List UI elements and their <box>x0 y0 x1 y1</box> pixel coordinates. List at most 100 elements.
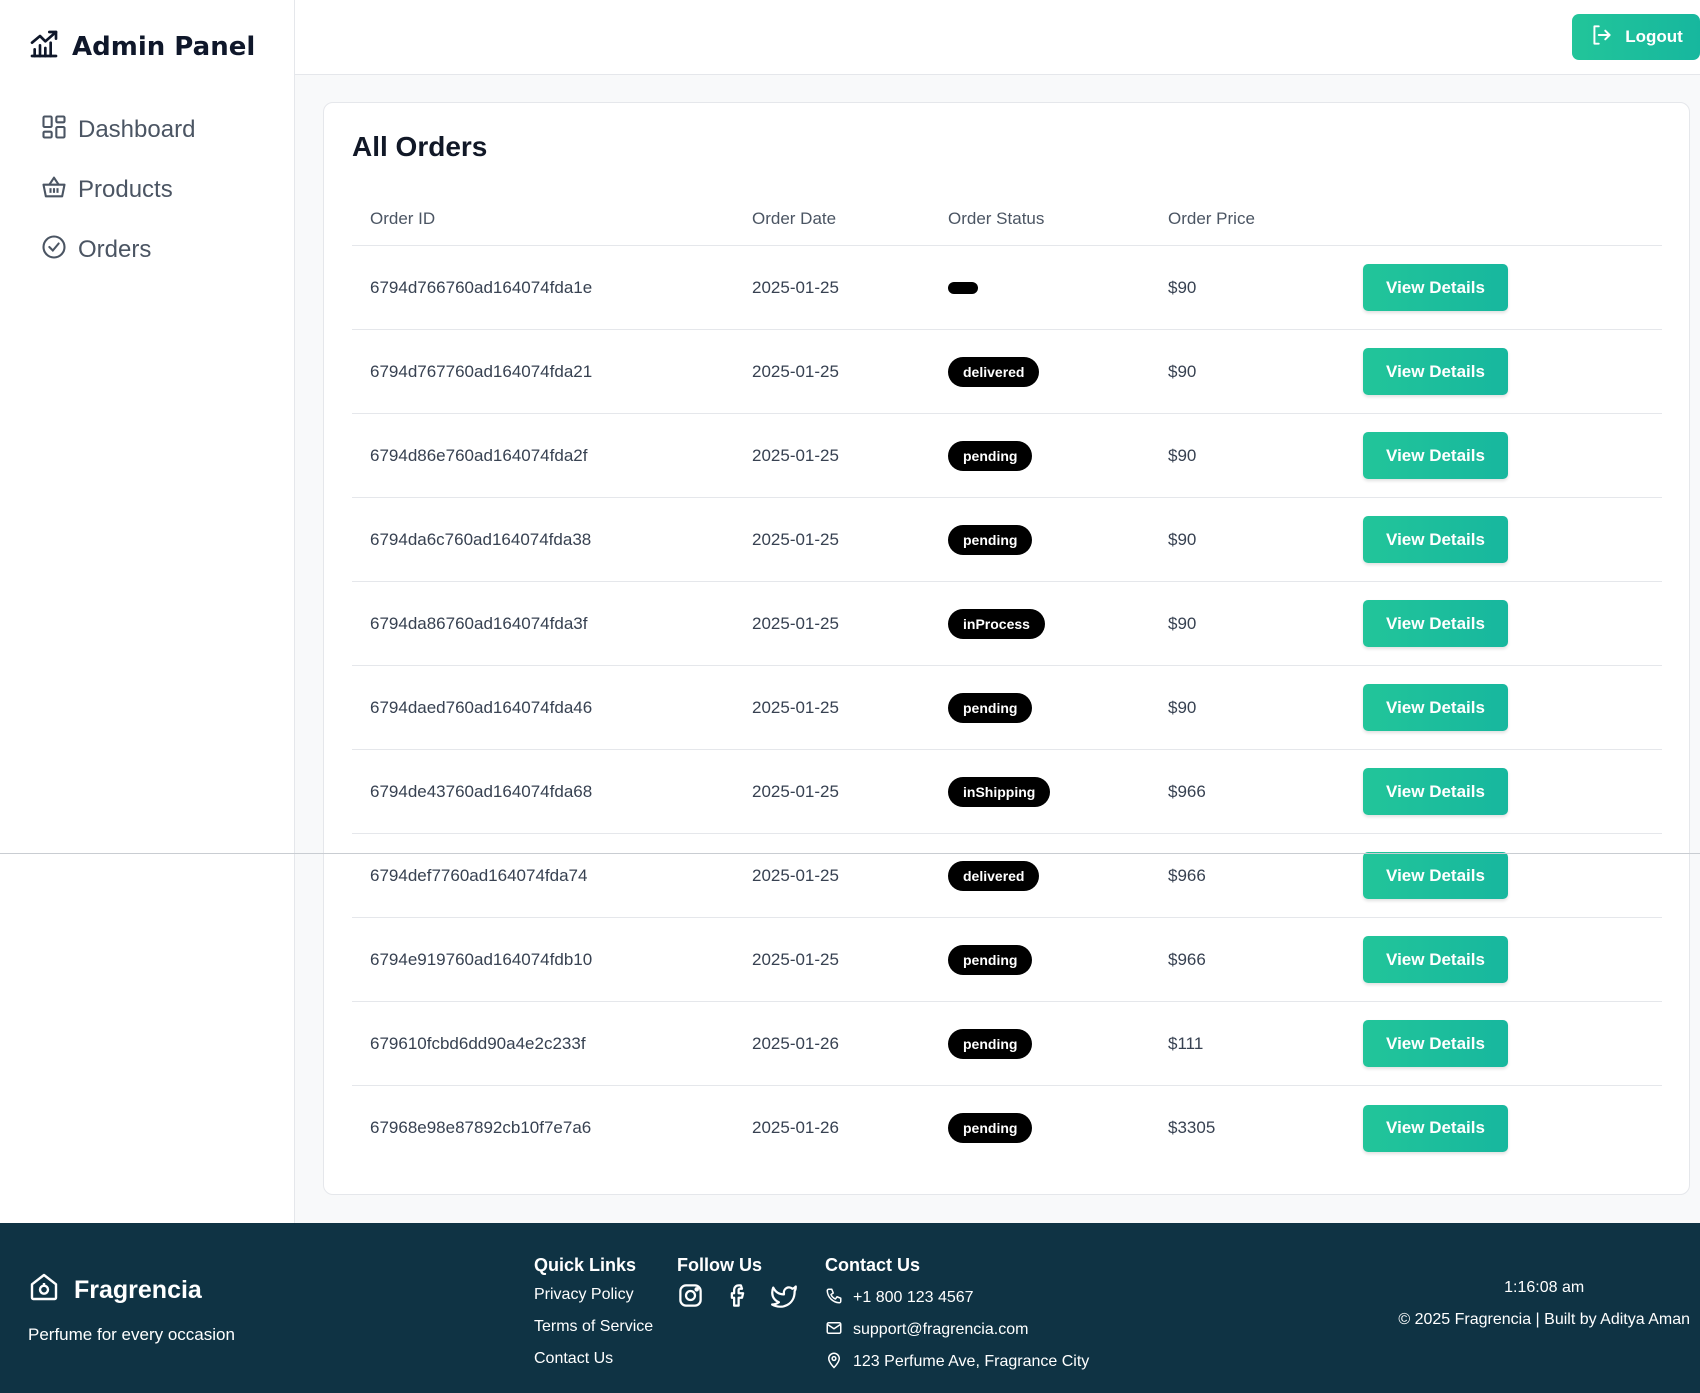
sidebar-item-label: Dashboard <box>78 116 196 143</box>
phone-icon <box>825 1287 843 1310</box>
order-actions: View Details <box>1363 432 1563 479</box>
check-circle-icon <box>40 233 68 268</box>
column-header-order-id: Order ID <box>370 209 436 228</box>
order-status-cell: pending <box>948 1028 1168 1059</box>
table-row: 6794de43760ad164074fda68 2025-01-25 inShip… <box>352 750 1662 834</box>
order-status-cell: inProcess <box>948 608 1168 639</box>
view-details-button[interactable]: View Details <box>1363 852 1508 899</box>
footer-tagline: Perfume for every occasion <box>28 1325 235 1344</box>
order-price: $90 <box>1168 361 1197 381</box>
chart-icon <box>28 28 60 65</box>
order-id: 6794d767760ad164074fda21 <box>370 361 593 381</box>
order-actions: View Details <box>1363 348 1563 395</box>
order-date: 2025-01-25 <box>752 949 839 969</box>
logout-label: Logout <box>1625 27 1683 46</box>
table-row: 6794daed760ad164074fda46 2025-01-25 pendin… <box>352 666 1662 750</box>
view-details-button[interactable]: View Details <box>1363 432 1508 479</box>
orders-card: All Orders Order ID Order Date Order Sta… <box>323 102 1690 1195</box>
footer: Fragrencia Perfume for every occasion Qu… <box>0 1223 1700 1393</box>
quick-links-title: Quick Links <box>534 1255 637 1275</box>
order-date: 2025-01-25 <box>752 529 839 549</box>
order-id: 6794def7760ad164074fda74 <box>370 865 588 885</box>
status-badge: pending <box>948 1028 1033 1059</box>
sidebar-item-dashboard[interactable]: Dashboard <box>40 110 195 150</box>
order-actions: View Details <box>1363 936 1563 983</box>
order-date: 2025-01-25 <box>752 865 839 885</box>
sidebar-item-products[interactable]: Products <box>40 170 195 210</box>
table-header: Order ID Order Date Order Status Order P… <box>352 193 1662 246</box>
table-row: 679610fcbd6dd90a4e2c233f 2025-01-26 pendin… <box>352 1002 1662 1086</box>
twitter-icon[interactable] <box>771 1282 798 1314</box>
contact-phone[interactable]: +1 800 123 4567 <box>825 1282 1089 1314</box>
brand[interactable]: Admin Panel <box>28 28 255 65</box>
order-status-cell: inShipping <box>948 776 1168 807</box>
status-badge: delivered <box>948 356 1040 387</box>
map-pin-icon <box>825 1351 843 1374</box>
order-price: $966 <box>1168 865 1206 885</box>
order-date: 2025-01-25 <box>752 613 839 633</box>
status-badge: pending <box>948 1113 1033 1143</box>
order-price: $90 <box>1168 277 1197 297</box>
status-badge: inProcess <box>948 608 1045 639</box>
order-date: 2025-01-25 <box>752 445 839 465</box>
order-actions: View Details <box>1363 768 1563 815</box>
order-id: 6794da6c760ad164074fda38 <box>370 529 592 549</box>
follow-us: Follow Us <box>677 1255 798 1314</box>
copyright: © 2025 Fragrencia | Built by Aditya Aman <box>1398 1311 1690 1328</box>
view-details-button[interactable]: View Details <box>1363 1020 1508 1067</box>
order-id: 6794e919760ad164074fdb10 <box>370 949 593 969</box>
contact-us-title: Contact Us <box>825 1255 921 1275</box>
order-price: $90 <box>1168 529 1197 549</box>
instagram-icon[interactable] <box>677 1282 704 1314</box>
view-details-button[interactable]: View Details <box>1363 768 1508 815</box>
order-id: 6794da86760ad164074fda3f <box>370 613 588 633</box>
view-details-button[interactable]: View Details <box>1363 936 1508 983</box>
logout-icon <box>1589 22 1615 53</box>
view-details-button[interactable]: View Details <box>1363 684 1508 731</box>
view-details-button[interactable]: View Details <box>1363 600 1508 647</box>
status-badge: pending <box>948 440 1033 471</box>
order-actions: View Details <box>1363 684 1563 731</box>
order-price: $111 <box>1168 1033 1204 1053</box>
table-row: 6794da86760ad164074fda3f 2025-01-25 inProc… <box>352 582 1662 666</box>
order-status-cell: pending <box>948 1113 1168 1143</box>
order-price: $966 <box>1168 949 1206 969</box>
footer-meta: 1:16:08 am © 2025 Fragrencia | Built by … <box>1398 1279 1690 1329</box>
contact-phone-text: +1 800 123 4567 <box>853 1289 974 1306</box>
order-status-cell: pending <box>948 524 1168 555</box>
order-status-cell <box>948 278 1168 298</box>
footer-brand[interactable]: Fragrencia <box>28 1271 202 1310</box>
footer-brand-name: Fragrencia <box>74 1276 202 1304</box>
order-date: 2025-01-26 <box>752 1033 839 1053</box>
page-title: All Orders <box>352 131 488 162</box>
view-details-button[interactable]: View Details <box>1363 348 1508 395</box>
order-id: 6794d86e760ad164074fda2f <box>370 445 588 465</box>
contact-email[interactable]: support@fragrencia.com <box>825 1314 1089 1346</box>
view-details-button[interactable]: View Details <box>1363 516 1508 563</box>
facebook-icon[interactable] <box>724 1282 751 1314</box>
basket-icon <box>40 173 68 208</box>
footer-link-terms[interactable]: Terms of Service <box>534 1314 653 1346</box>
contact-us: Contact Us +1 800 123 4567 support@fragr… <box>825 1255 1089 1378</box>
column-header-order-date: Order Date <box>752 209 837 228</box>
order-date: 2025-01-25 <box>752 781 839 801</box>
order-status-cell: pending <box>948 440 1168 471</box>
footer-link-contact[interactable]: Contact Us <box>534 1346 653 1378</box>
order-status-cell: delivered <box>948 860 1168 891</box>
table-body: 6794d766760ad164074fda1e 2025-01-25 $90 Vie… <box>352 246 1662 1170</box>
order-actions: View Details <box>1363 516 1563 563</box>
order-price: $90 <box>1168 697 1197 717</box>
order-date: 2025-01-25 <box>752 697 839 717</box>
footer-link-privacy[interactable]: Privacy Policy <box>534 1282 653 1314</box>
table-row: 6794e919760ad164074fdb10 2025-01-25 pendin… <box>352 918 1662 1002</box>
table-row: 6794d767760ad164074fda21 2025-01-25 delive… <box>352 330 1662 414</box>
sidebar-item-orders[interactable]: Orders <box>40 230 195 270</box>
view-details-button[interactable]: View Details <box>1363 1104 1508 1152</box>
orders-table: Order ID Order Date Order Status Order P… <box>352 193 1662 1170</box>
order-price: $90 <box>1168 445 1197 465</box>
current-time: 1:16:08 am <box>1504 1279 1585 1296</box>
order-id: 679610fcbd6dd90a4e2c233f <box>370 1033 586 1053</box>
logout-button[interactable]: Logout <box>1572 14 1700 60</box>
sidebar-item-label: Orders <box>78 236 152 263</box>
view-details-button[interactable]: View Details <box>1363 264 1508 311</box>
